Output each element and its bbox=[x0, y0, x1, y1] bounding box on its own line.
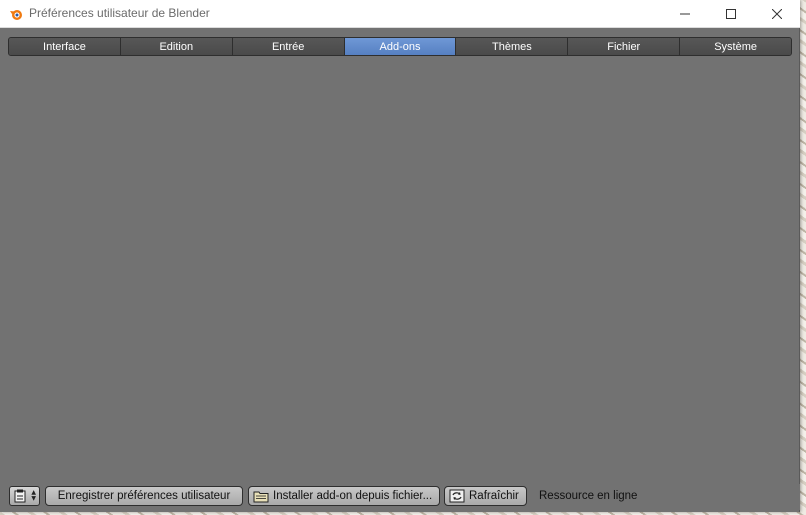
save-preferences-label: Enregistrer préférences utilisateur bbox=[57, 490, 231, 502]
tab-entree[interactable]: Entrée bbox=[232, 38, 345, 55]
minimize-button[interactable] bbox=[662, 0, 708, 28]
tab-themes[interactable]: Thèmes bbox=[456, 38, 569, 55]
minimize-icon bbox=[680, 13, 690, 15]
title-bar[interactable]: Préférences utilisateur de Blender bbox=[0, 0, 800, 28]
footer-toolbar: ▲ ▼ Enregistrer préférences utilisateur I… bbox=[0, 484, 800, 510]
close-button[interactable] bbox=[754, 0, 800, 28]
maximize-icon bbox=[726, 9, 736, 19]
tab-systeme[interactable]: Système bbox=[680, 38, 791, 55]
tab-fichier[interactable]: Fichier bbox=[568, 38, 681, 55]
preferences-window: Préférences utilisateur de Blender Inter… bbox=[0, 0, 800, 512]
install-addon-button[interactable]: Installer add-on depuis fichier... bbox=[248, 486, 440, 506]
save-preferences-button[interactable]: Enregistrer préférences utilisateur bbox=[45, 486, 243, 506]
refresh-button[interactable]: Rafraîchir bbox=[444, 486, 527, 506]
editor-type-selector[interactable]: ▲ ▼ bbox=[9, 486, 40, 506]
folder-icon bbox=[253, 490, 269, 503]
tab-edition[interactable]: Edition bbox=[120, 38, 233, 55]
preferences-editor-icon bbox=[14, 489, 26, 503]
maximize-button[interactable] bbox=[708, 0, 754, 28]
chevron-up-down-icon: ▲ ▼ bbox=[31, 489, 36, 502]
refresh-icon bbox=[449, 489, 465, 503]
refresh-label: Rafraîchir bbox=[469, 490, 519, 502]
tab-interface[interactable]: Interface bbox=[9, 38, 121, 55]
preferences-tabs: Interface Edition Entrée Add-ons Thèmes … bbox=[8, 37, 792, 56]
window-title: Préférences utilisateur de Blender bbox=[29, 6, 210, 20]
tab-addons[interactable]: Add-ons bbox=[344, 38, 457, 55]
blender-logo-icon bbox=[9, 6, 23, 20]
install-addon-label: Installer add-on depuis fichier... bbox=[273, 490, 433, 502]
online-resources-label: Ressource en ligne bbox=[539, 490, 638, 502]
close-icon bbox=[772, 9, 782, 19]
